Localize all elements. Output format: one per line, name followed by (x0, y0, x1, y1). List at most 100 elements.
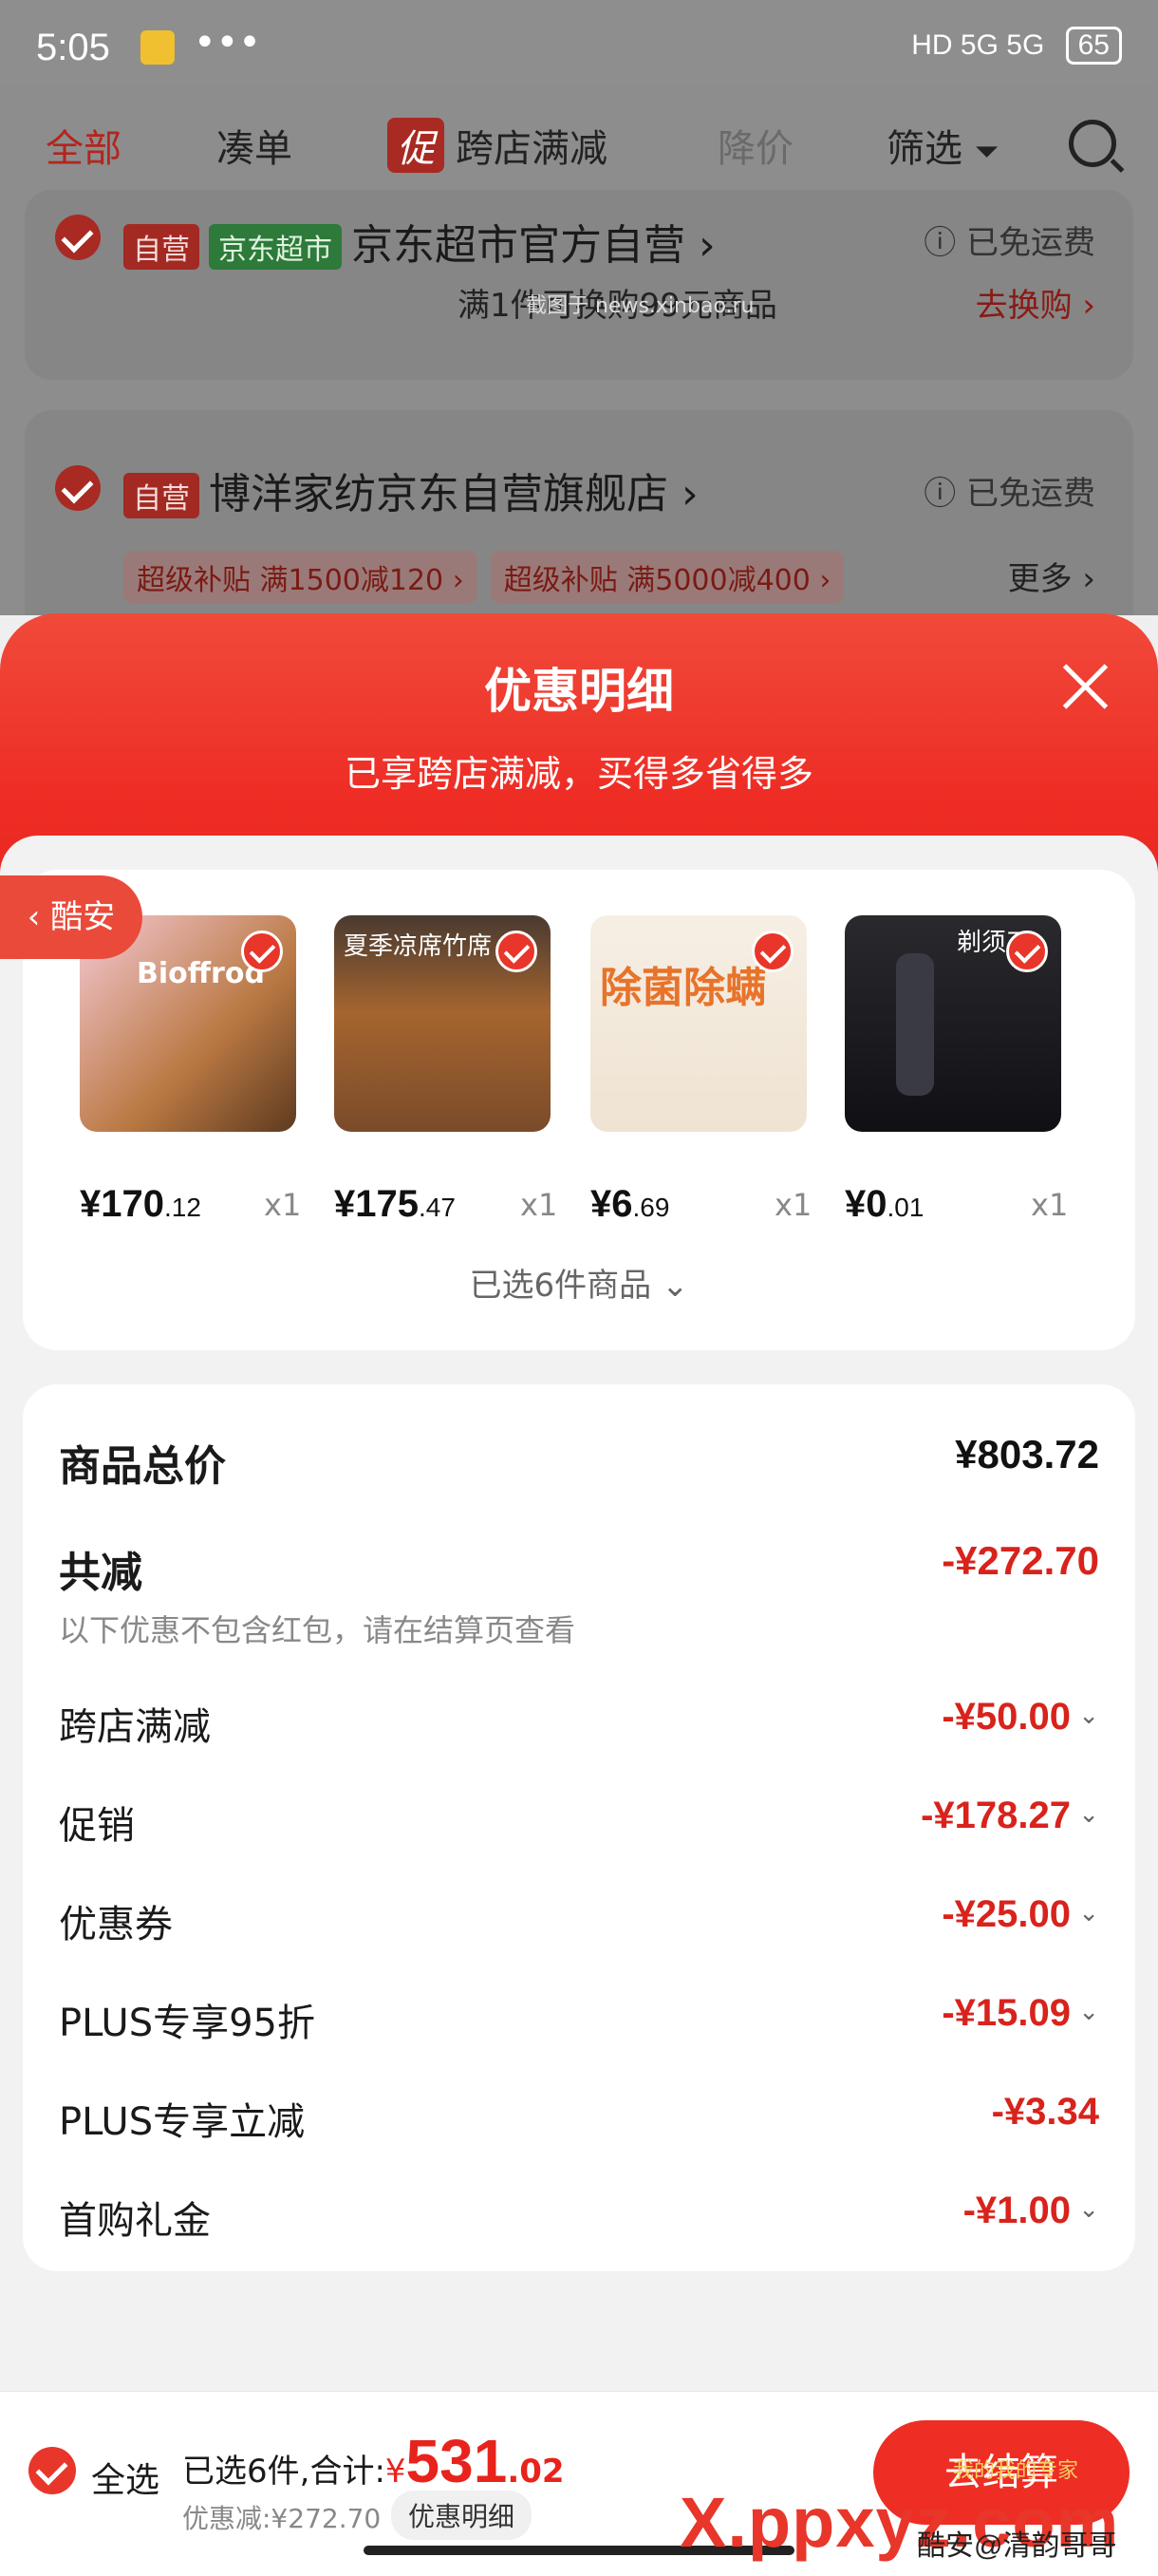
top-nav: 全部 凑单 促跨店满减 降价 筛选 ⏷ (0, 84, 1158, 197)
tab-cross-store-label: 跨店满减 (456, 127, 607, 171)
watermark-top: 截图于 news.xinbao.ru (526, 294, 755, 318)
product-thumb-label: 除菌除螨 (600, 964, 767, 1012)
more-link-label: 更多 (1007, 560, 1073, 598)
price-int: ¥175 (334, 1183, 419, 1225)
store-name: 京东超市官方自营 (351, 221, 685, 270)
close-icon[interactable] (1059, 661, 1111, 712)
product-check-icon (495, 931, 537, 972)
total-line: 已选6件,合计:¥531.02 (182, 2426, 565, 2496)
chevron-down-icon: ⌄ (1078, 1899, 1099, 1927)
discount-item-value: -¥3.34 (991, 2091, 1099, 2133)
tab-price-drop[interactable]: 降价 (718, 118, 794, 173)
expert-watermark: 我的我的专家 (953, 2458, 1079, 2482)
sheet-subtitle: 已享跨店满减，买得多省得多 (344, 753, 813, 795)
price-int: ¥170 (80, 1183, 164, 1225)
sheet-title: 优惠明细 (484, 664, 674, 719)
store-checkbox[interactable] (55, 215, 101, 260)
shipping-status: ⓘ 已免运费 (924, 224, 1095, 262)
product-thumb[interactable]: 夏季凉席竹席 (334, 915, 551, 1132)
product-price: ¥0.01 (845, 1183, 924, 1226)
chevron-down-icon: ⌄ (1078, 2195, 1099, 2224)
shaver-image (896, 953, 934, 1096)
store-header[interactable]: 自营 京东超市 京东超市官方自营 › (123, 211, 716, 272)
product-qty: x1 (1031, 1187, 1069, 1223)
discount-item-label: 首购礼金 (59, 2199, 211, 2243)
subsidy-chip[interactable]: 超级补贴 满5000减400 › (490, 551, 845, 604)
discount-item-value: -¥25.00 (942, 1893, 1071, 1935)
price-int: ¥0 (845, 1183, 887, 1225)
subsidy-chip-label: 超级补贴 满1500减120 (137, 564, 444, 597)
discount-item-label: 跨店满减 (59, 1705, 211, 1749)
select-all-checkbox[interactable] (28, 2447, 76, 2494)
tab-add-on[interactable]: 凑单 (216, 118, 292, 173)
selected-count-toggle[interactable]: 已选6件商品 ⌄ (23, 1259, 1135, 1306)
chevron-down-icon: ⌄ (1078, 1702, 1099, 1730)
selected-count-label: 已选6件商品 (469, 1267, 652, 1305)
discount-item-value: -¥50.00 (942, 1696, 1071, 1738)
product-thumb[interactable]: 除菌除螨 (590, 915, 807, 1132)
more-link[interactable]: 更多 › (1008, 553, 1095, 599)
notification-icon (140, 30, 175, 65)
exchange-link[interactable]: 去换购 › (976, 279, 1095, 326)
discount-detail-button[interactable]: 优惠明细 (391, 2491, 532, 2540)
subsidy-chip-label: 超级补贴 满5000减400 (503, 564, 811, 597)
total-amount-dec: .02 (507, 2453, 565, 2491)
shipping-text: 已免运费 (966, 475, 1095, 513)
price-int: ¥6 (590, 1183, 633, 1225)
cart-backdrop: 全部 凑单 促跨店满减 降价 筛选 ⏷ 自营 京东超市 京东超市官方自营 › ⓘ 已… (0, 84, 1158, 615)
select-all-label[interactable]: 全选 (91, 2453, 159, 2502)
price-dec: .47 (418, 1193, 456, 1222)
self-operated-tag: 自营 (123, 224, 199, 270)
clock: 5:05 (36, 27, 110, 68)
promo-badge: 促 (387, 118, 444, 173)
discount-note: 以下优惠不包含红包，请在结算页查看 (59, 1612, 576, 1648)
chevron-right-icon: › (668, 470, 699, 518)
discount-summary: 商品总价 ¥803.72 共减 -¥272.70 以下优惠不包含红包，请在结算页… (23, 1384, 1135, 2271)
store-card-boyang: 自营 博洋家纺京东自营旗舰店 › ⓘ 已免运费 超级补贴 满1500减120 › 超… (25, 410, 1133, 615)
credit-watermark: 酷安@清韵哥哥 (917, 2530, 1117, 2562)
discount-item-value: -¥178.27 (921, 1795, 1071, 1836)
store-card-jd-market: 自营 京东超市 京东超市官方自营 › ⓘ 已免运费 满1件可换购99元商品 截图于 … (25, 190, 1133, 380)
discount-item-value: -¥1.00 (962, 2190, 1071, 2231)
tab-cross-store[interactable]: 促跨店满减 (387, 118, 607, 173)
reduce-value: -¥272.70 (942, 1538, 1099, 1583)
search-icon[interactable] (1069, 120, 1116, 167)
total-label: 商品总价 (59, 1442, 226, 1491)
tab-filter[interactable]: 筛选 ⏷ (887, 118, 999, 173)
product-strip: Bioffrod 夏季凉席竹席 除菌除螨 剃须刀 ¥170.12 x1 ¥175… (23, 870, 1135, 1350)
price-dec: .01 (887, 1193, 925, 1222)
product-check-icon (1006, 931, 1048, 972)
product-check-icon (752, 931, 794, 972)
status-right: HD 5G 5G 65 (911, 27, 1122, 65)
total-currency: ¥ (384, 2453, 406, 2491)
product-price: ¥170.12 (80, 1183, 201, 1226)
exchange-link-label: 去换购 (975, 287, 1073, 325)
price-dec: .12 (163, 1193, 201, 1222)
battery-icon: 65 (1065, 27, 1122, 65)
discount-item-label: PLUS专享95折 (59, 2002, 315, 2045)
discount-item-value: -¥15.09 (942, 1992, 1071, 2034)
product-price: ¥6.69 (590, 1183, 669, 1226)
tab-all[interactable]: 全部 (46, 118, 121, 173)
chevron-right-icon: › (685, 221, 716, 270)
self-operated-tag: 自营 (123, 473, 199, 518)
product-thumb[interactable]: 剃须刀 (845, 915, 1061, 1132)
filter-icon: ⏷ (974, 133, 999, 169)
total-amount: 531 (405, 2427, 508, 2495)
coolapk-side-tab-label: 酷安 (50, 898, 116, 936)
product-check-icon (241, 931, 283, 972)
discount-item-label: PLUS专享立减 (59, 2100, 306, 2144)
store-checkbox[interactable] (55, 465, 101, 511)
product-qty: x1 (775, 1187, 812, 1223)
discount-total: 优惠减:¥272.70 (182, 2503, 382, 2534)
discount-item-label: 优惠券 (59, 1903, 173, 1946)
store-header[interactable]: 自营 博洋家纺京东自营旗舰店 › (123, 460, 699, 520)
total-value: ¥803.72 (955, 1432, 1099, 1476)
subsidy-chip[interactable]: 超级补贴 满1500减120 › (123, 551, 477, 604)
price-dec: .69 (632, 1193, 670, 1222)
coolapk-side-tab[interactable]: ‹ 酷安 (0, 875, 142, 959)
product-price: ¥175.47 (334, 1183, 456, 1226)
chevron-down-icon: ⌄ (1078, 1800, 1099, 1829)
chevron-down-icon: ⌄ (661, 1267, 689, 1305)
status-bar: 5:05 ••• HD 5G 5G 65 (0, 0, 1158, 84)
